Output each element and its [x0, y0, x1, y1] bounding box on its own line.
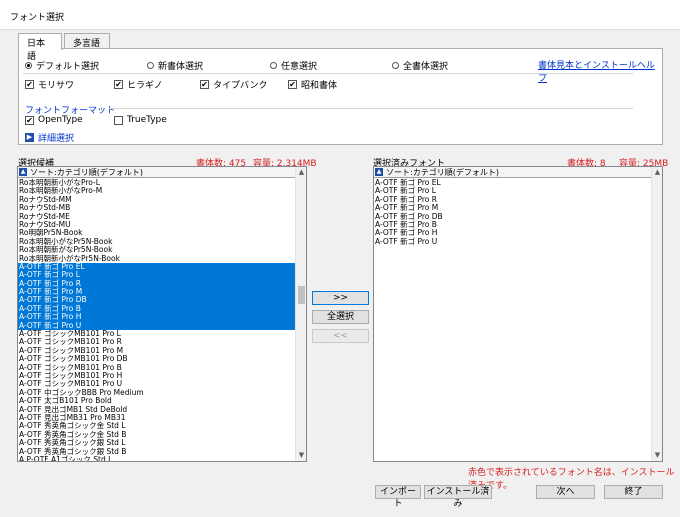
- import-button[interactable]: インポート: [375, 485, 421, 509]
- scroll-thumb[interactable]: [298, 285, 305, 304]
- checkbox-typebank[interactable]: ✔ タイプバンク: [200, 78, 267, 91]
- check-icon: ✔: [114, 80, 123, 89]
- help-link[interactable]: 書体見本とインストールヘルプ: [538, 58, 662, 84]
- radio-off-icon: [392, 62, 399, 69]
- add-button[interactable]: >>: [312, 291, 369, 305]
- candidates-listbox[interactable]: ▲ ソート:カテゴリ順(デフォルト) Ro本明朝新小がなPro-L Ro本明朝新小…: [17, 166, 307, 462]
- radio-all-typefaces[interactable]: 全書体選択: [392, 59, 448, 72]
- radio-on-icon: [25, 62, 32, 69]
- next-button[interactable]: 次へ: [536, 485, 595, 499]
- remove-button[interactable]: <<: [312, 329, 369, 343]
- radio-default-selection[interactable]: デフォルト選択: [25, 59, 99, 72]
- filter-panel: デフォルト選択 新書体選択 任意選択 全書体選択 書体見本とインストールヘルプ …: [18, 48, 663, 145]
- radio-off-icon: [270, 62, 277, 69]
- chosen-sort-header[interactable]: ▲ ソート:カテゴリ順(デフォルト): [374, 167, 651, 178]
- sort-ascending-icon: ▲: [19, 168, 27, 176]
- chosen-rows: A-OTF 新ゴ Pro EL A-OTF 新ゴ Pro L A-OTF 新ゴ Pr…: [374, 178, 651, 246]
- radio-new-typeface[interactable]: 新書体選択: [147, 59, 203, 72]
- scroll-up-icon[interactable]: ▲: [652, 167, 662, 178]
- checkbox-hiragino[interactable]: ✔ ヒラギノ: [114, 78, 163, 91]
- expand-arrow-icon: ▶: [25, 133, 34, 142]
- divider: [23, 73, 633, 74]
- sort-ascending-icon: ▲: [375, 168, 383, 176]
- check-icon: ✔: [200, 80, 209, 89]
- scroll-down-icon[interactable]: ▼: [652, 450, 662, 461]
- scroll-down-icon[interactable]: ▼: [296, 450, 306, 461]
- unchecked-icon: [114, 115, 123, 125]
- tab-japanese[interactable]: 日本語: [18, 33, 62, 62]
- candidates-sort-header[interactable]: ▲ ソート:カテゴリ順(デフォルト): [18, 167, 295, 178]
- radio-off-icon: [147, 62, 154, 69]
- list-item[interactable]: A P-OTF A1ゴシック Std L: [18, 455, 295, 461]
- check-icon: ✔: [25, 80, 34, 89]
- candidates-rows: Ro本明朝新小がなPro-L Ro本明朝新小がなPro-M RoナウStd-MM Ro…: [18, 178, 295, 461]
- checkbox-morisawa[interactable]: ✔ モリサワ: [25, 78, 74, 91]
- title-bar: フォント選択: [0, 0, 680, 30]
- select-all-button[interactable]: 全選択: [312, 310, 369, 324]
- chosen-scrollbar[interactable]: ▲ ▼: [651, 167, 662, 461]
- check-icon: ✔: [288, 80, 297, 89]
- checkbox-showa[interactable]: ✔ 昭和書体: [288, 78, 337, 91]
- checkbox-opentype[interactable]: ✔ OpenType: [25, 115, 83, 125]
- installed-button[interactable]: インストール済み: [424, 485, 492, 509]
- scroll-up-icon[interactable]: ▲: [296, 167, 306, 178]
- tab-multilingual[interactable]: 多言語: [64, 33, 110, 49]
- checkbox-truetype[interactable]: TrueType: [114, 115, 167, 125]
- check-icon: ✔: [25, 115, 34, 125]
- candidates-scrollbar[interactable]: ▲ ▼: [295, 167, 306, 461]
- finish-button[interactable]: 終了: [604, 485, 663, 499]
- chosen-listbox[interactable]: ▲ ソート:カテゴリ順(デフォルト) A-OTF 新ゴ Pro EL A-OTF …: [373, 166, 663, 462]
- radio-custom-selection[interactable]: 任意選択: [270, 59, 317, 72]
- list-item[interactable]: A-OTF 新ゴ Pro U: [374, 237, 651, 246]
- divider: [109, 108, 633, 109]
- detail-selection-toggle[interactable]: ▶ 詳細選択: [25, 131, 74, 144]
- window-title: フォント選択: [10, 13, 65, 23]
